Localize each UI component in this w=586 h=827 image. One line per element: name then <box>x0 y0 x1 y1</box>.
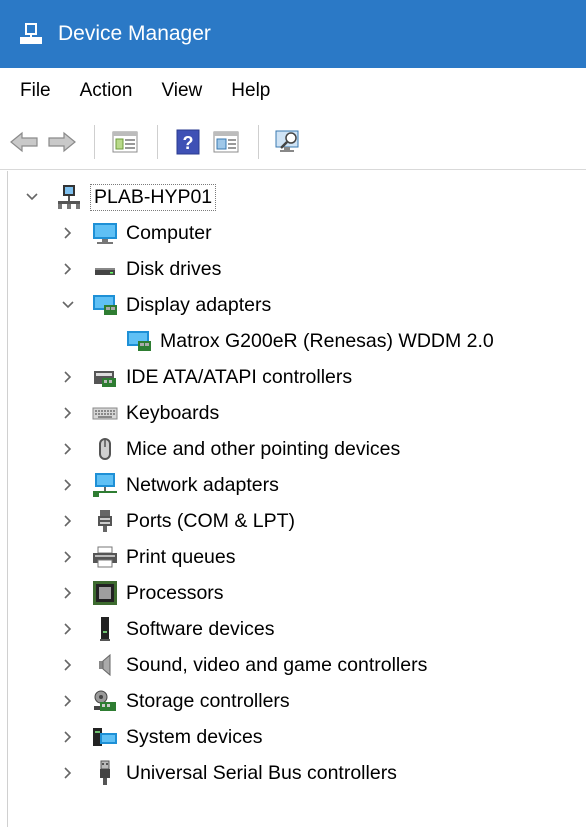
device-manager-app-icon <box>18 21 44 47</box>
tree-item-ports[interactable]: Ports (COM & LPT) <box>58 503 295 539</box>
scan-hardware-icon <box>275 130 299 152</box>
toolbar-separator <box>94 124 95 159</box>
network-adapter-icon <box>92 472 118 498</box>
tree-item-label: Network adapters <box>126 473 279 496</box>
software-device-icon <box>92 616 118 642</box>
chevron-right-icon[interactable] <box>58 763 78 783</box>
back-arrow-icon <box>10 131 38 152</box>
chevron-down-icon[interactable] <box>22 187 42 207</box>
mouse-icon <box>92 436 118 462</box>
tree-item-print-queues[interactable]: Print queues <box>58 539 236 575</box>
tree-item-label: Display adapters <box>126 293 272 316</box>
printer-icon <box>92 544 118 570</box>
tree-item-sound-video-game[interactable]: Sound, video and game controllers <box>58 647 427 683</box>
processor-icon <box>92 580 118 606</box>
tree-item-label: Sound, video and game controllers <box>126 653 428 676</box>
menu-file[interactable]: File <box>6 76 66 106</box>
tree-item-label: Print queues <box>126 545 236 568</box>
system-device-icon <box>92 724 118 750</box>
menu-view[interactable]: View <box>147 76 217 106</box>
usb-icon <box>92 760 118 786</box>
show-hide-console-tree-button[interactable] <box>107 124 143 160</box>
ide-controller-icon <box>92 364 118 390</box>
tree-item-label: Computer <box>126 221 212 244</box>
properties-button[interactable] <box>208 124 244 160</box>
tree-root-node[interactable]: PLAB-HYP01 <box>22 179 217 215</box>
tree-item-label: Processors <box>126 581 224 604</box>
toolbar: ? <box>0 114 586 170</box>
tree-item-keyboards[interactable]: Keyboards <box>58 395 219 431</box>
device-tree: PLAB-HYP01 Computer Disk drives Display … <box>7 171 586 827</box>
chevron-right-icon[interactable] <box>58 511 78 531</box>
forward-button[interactable] <box>44 124 80 160</box>
keyboard-icon <box>92 400 118 426</box>
chevron-right-icon[interactable] <box>58 691 78 711</box>
tree-item-computer[interactable]: Computer <box>58 215 212 251</box>
chevron-right-icon[interactable] <box>58 547 78 567</box>
tree-item-matrox-g200er[interactable]: Matrox G200eR (Renesas) WDDM 2.0 <box>126 323 494 359</box>
tree-item-storage-controllers[interactable]: Storage controllers <box>58 683 290 719</box>
help-button[interactable]: ? <box>170 124 206 160</box>
menu-help[interactable]: Help <box>217 76 285 106</box>
tree-item-disk-drives[interactable]: Disk drives <box>58 251 221 287</box>
chevron-right-icon[interactable] <box>58 367 78 387</box>
menu-bar: File Action View Help <box>0 68 586 114</box>
tree-item-display-adapters[interactable]: Display adapters <box>58 287 271 323</box>
storage-controller-icon <box>92 688 118 714</box>
tree-item-label: Keyboards <box>126 401 220 424</box>
tree-root-label: PLAB-HYP01 <box>90 183 217 211</box>
port-icon <box>92 508 118 534</box>
chevron-right-icon[interactable] <box>58 439 78 459</box>
computer-network-icon <box>56 184 82 210</box>
computer-icon <box>92 220 118 246</box>
tree-item-software-devices[interactable]: Software devices <box>58 611 275 647</box>
chevron-right-icon[interactable] <box>58 259 78 279</box>
window-title: Device Manager <box>58 22 211 45</box>
back-button[interactable] <box>6 124 42 160</box>
title-bar[interactable]: Device Manager <box>0 0 586 68</box>
tree-item-label: System devices <box>126 725 263 748</box>
svg-text:?: ? <box>183 133 194 153</box>
tree-item-system-devices[interactable]: System devices <box>58 719 263 755</box>
device-manager-window: Device Manager File Action View Help ? P… <box>0 0 586 827</box>
chevron-right-icon[interactable] <box>58 223 78 243</box>
tree-item-label: Software devices <box>126 617 275 640</box>
tree-item-label: Storage controllers <box>126 689 290 712</box>
chevron-right-icon[interactable] <box>58 727 78 747</box>
menu-action[interactable]: Action <box>66 76 148 106</box>
tree-item-ide-controllers[interactable]: IDE ATA/ATAPI controllers <box>58 359 352 395</box>
display-adapter-icon <box>126 328 152 354</box>
chevron-right-icon[interactable] <box>58 619 78 639</box>
chevron-down-icon[interactable] <box>58 295 78 315</box>
chevron-right-icon[interactable] <box>58 403 78 423</box>
tree-item-label: Disk drives <box>126 257 222 280</box>
tree-item-label: Matrox G200eR (Renesas) WDDM 2.0 <box>160 329 494 352</box>
chevron-right-icon[interactable] <box>58 583 78 603</box>
help-icon: ? <box>176 129 200 154</box>
tree-item-label: Ports (COM & LPT) <box>126 509 296 532</box>
disk-drive-icon <box>92 256 118 282</box>
scan-for-hardware-changes-button[interactable] <box>271 124 307 160</box>
toolbar-separator <box>157 124 158 159</box>
console-tree-icon <box>112 131 138 152</box>
display-adapter-icon <box>92 292 118 318</box>
tree-item-usb-controllers[interactable]: Universal Serial Bus controllers <box>58 755 397 791</box>
tree-item-mice[interactable]: Mice and other pointing devices <box>58 431 400 467</box>
tree-item-label: Mice and other pointing devices <box>126 437 401 460</box>
toolbar-separator <box>258 124 259 159</box>
tree-item-network-adapters[interactable]: Network adapters <box>58 467 279 503</box>
tree-item-processors[interactable]: Processors <box>58 575 224 611</box>
speaker-icon <box>92 652 118 678</box>
tree-item-label: Universal Serial Bus controllers <box>126 761 397 784</box>
tree-item-label: IDE ATA/ATAPI controllers <box>126 365 353 388</box>
chevron-right-icon[interactable] <box>58 655 78 675</box>
forward-arrow-icon <box>48 131 76 152</box>
properties-icon <box>213 131 239 152</box>
chevron-right-icon[interactable] <box>58 475 78 495</box>
